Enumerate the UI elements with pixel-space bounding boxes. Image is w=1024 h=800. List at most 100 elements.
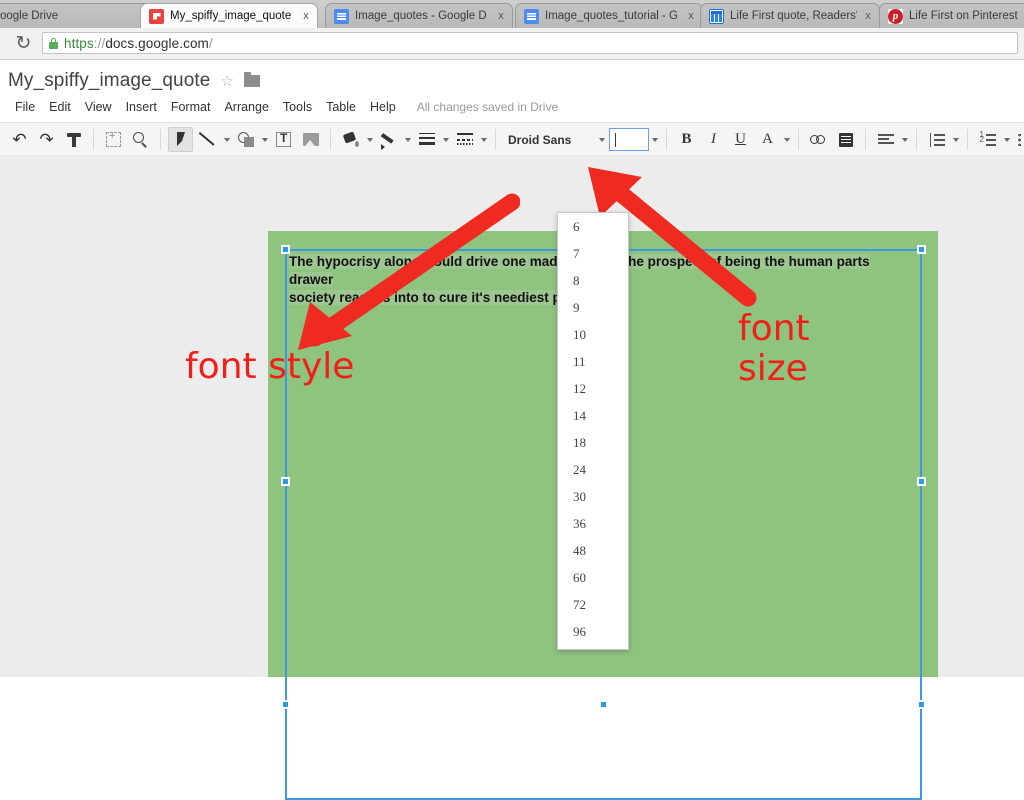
redo-button[interactable]: ↷ (34, 127, 59, 152)
selection-handle-bottom-center[interactable] (599, 700, 608, 709)
menu-help[interactable]: Help (363, 98, 403, 116)
line-tool-button[interactable] (195, 127, 220, 152)
menu-tools[interactable]: Tools (276, 98, 319, 116)
tab-close-button[interactable]: x (299, 9, 313, 23)
italic-button[interactable]: I (701, 127, 726, 152)
tab-close-button[interactable]: x (494, 9, 508, 23)
line-color-button[interactable] (376, 127, 401, 152)
selection-handle-bottom-right[interactable] (917, 700, 926, 709)
bold-icon: B (681, 131, 691, 148)
line-weight-dropdown[interactable] (440, 127, 451, 152)
font-size-option[interactable]: 12 (558, 375, 628, 402)
folder-icon[interactable] (244, 75, 260, 87)
tab-title: My_spiffy_image_quote - (170, 9, 295, 23)
address-bar[interactable]: https://docs.google.com/ (42, 32, 1018, 54)
font-size-option[interactable]: 7 (558, 240, 628, 267)
lock-icon (49, 38, 58, 49)
toolbar-divider (93, 129, 94, 150)
tab-close-button[interactable]: x (684, 9, 698, 23)
shape-tool-button[interactable] (233, 127, 258, 152)
fill-color-dropdown[interactable] (364, 127, 375, 152)
menu-format[interactable]: Format (164, 98, 218, 116)
numbered-list-dropdown[interactable] (1001, 127, 1012, 152)
browser-tab-image-quotes[interactable]: Image_quotes - Google D x (325, 3, 513, 28)
toolbar-divider (798, 129, 799, 150)
browser-tab-life-first-on-pinterest[interactable]: Life First on Pinterest (879, 3, 1024, 28)
line-icon (200, 132, 215, 147)
insert-image-button[interactable] (298, 127, 323, 152)
crop-button[interactable] (101, 127, 126, 152)
align-button[interactable] (873, 127, 898, 152)
comment-button[interactable] (833, 127, 858, 152)
font-size-option[interactable]: 72 (558, 591, 628, 618)
select-tool-button[interactable] (168, 127, 193, 152)
line-color-dropdown[interactable] (402, 127, 413, 152)
undo-button[interactable]: ↶ (7, 127, 32, 152)
font-size-dropdown-menu[interactable]: 6 7 8 9 10 11 12 14 18 24 30 36 48 60 72… (557, 212, 629, 650)
tab-close-button[interactable]: x (861, 9, 875, 23)
underline-button[interactable]: U (728, 127, 753, 152)
line-spacing-dropdown[interactable] (950, 127, 961, 152)
line-dash-button[interactable] (452, 127, 477, 152)
font-size-option[interactable]: 6 (558, 213, 628, 240)
bulleted-list-button[interactable] (1013, 127, 1024, 152)
line-dash-dropdown[interactable] (478, 127, 489, 152)
google-slides-app: My_spiffy_image_quote ☆ File Edit View I… (0, 60, 1024, 677)
shape-tool-dropdown[interactable] (259, 127, 270, 152)
font-size-option[interactable]: 9 (558, 294, 628, 321)
line-spacing-icon (929, 133, 945, 147)
text-box-button[interactable] (271, 127, 296, 152)
google-sheets-icon (709, 9, 724, 24)
star-icon[interactable]: ☆ (220, 72, 233, 90)
reload-icon[interactable]: ↻ (14, 34, 33, 53)
font-family-selector[interactable]: Droid Sans (508, 129, 596, 150)
text-color-dropdown[interactable] (781, 127, 792, 152)
font-size-option[interactable]: 48 (558, 537, 628, 564)
font-size-option[interactable]: 60 (558, 564, 628, 591)
insert-link-button[interactable] (806, 127, 831, 152)
font-size-option[interactable]: 10 (558, 321, 628, 348)
slide-canvas[interactable]: The hypocrisy alone would drive one mad,… (0, 155, 1024, 677)
font-size-option[interactable]: 36 (558, 510, 628, 537)
toolbar-divider (666, 129, 667, 150)
font-size-option[interactable]: 14 (558, 402, 628, 429)
numbered-list-button[interactable] (975, 127, 1000, 152)
page-title[interactable]: My_spiffy_image_quote (8, 70, 210, 92)
font-size-option[interactable]: 96 (558, 618, 628, 645)
menu-edit[interactable]: Edit (42, 98, 78, 116)
browser-tab-my-spiffy-image-quote[interactable]: My_spiffy_image_quote - x (140, 3, 318, 28)
line-tool-dropdown[interactable] (221, 127, 232, 152)
font-size-annotation-line-1: font (738, 309, 810, 349)
font-size-dropdown[interactable] (649, 127, 660, 152)
fill-color-button[interactable] (338, 127, 363, 152)
font-size-option[interactable]: 18 (558, 429, 628, 456)
menu-table[interactable]: Table (319, 98, 363, 116)
line-weight-button[interactable] (414, 127, 439, 152)
selection-handle-top-right[interactable] (917, 245, 926, 254)
font-size-option[interactable]: 11 (558, 348, 628, 375)
font-size-input[interactable] (609, 128, 649, 151)
browser-tab-image-quotes-tutorial[interactable]: Image_quotes_tutorial - G x (515, 3, 703, 28)
toolbar: ↶ ↷ Droid Sans (0, 122, 1024, 157)
line-spacing-button[interactable] (924, 127, 949, 152)
undo-icon: ↶ (12, 131, 26, 148)
selection-handle-bottom-left[interactable] (281, 700, 290, 709)
selection-handle-middle-left[interactable] (281, 477, 290, 486)
font-size-option[interactable]: 30 (558, 483, 628, 510)
text-color-button[interactable]: A (755, 127, 780, 152)
menu-file[interactable]: File (8, 98, 42, 116)
shape-icon (238, 132, 254, 147)
menu-arrange[interactable]: Arrange (217, 98, 275, 116)
menu-insert[interactable]: Insert (119, 98, 164, 116)
selection-handle-middle-right[interactable] (917, 477, 926, 486)
browser-tab-life-first-quote[interactable]: Life First quote, Readers' x (700, 3, 880, 28)
font-size-option[interactable]: 24 (558, 456, 628, 483)
align-dropdown[interactable] (899, 127, 910, 152)
zoom-button[interactable] (128, 127, 153, 152)
bold-button[interactable]: B (674, 127, 699, 152)
google-slides-icon (149, 9, 164, 24)
paint-format-button[interactable] (61, 127, 86, 152)
font-family-dropdown[interactable] (596, 127, 607, 152)
menu-view[interactable]: View (78, 98, 119, 116)
font-size-option[interactable]: 8 (558, 267, 628, 294)
